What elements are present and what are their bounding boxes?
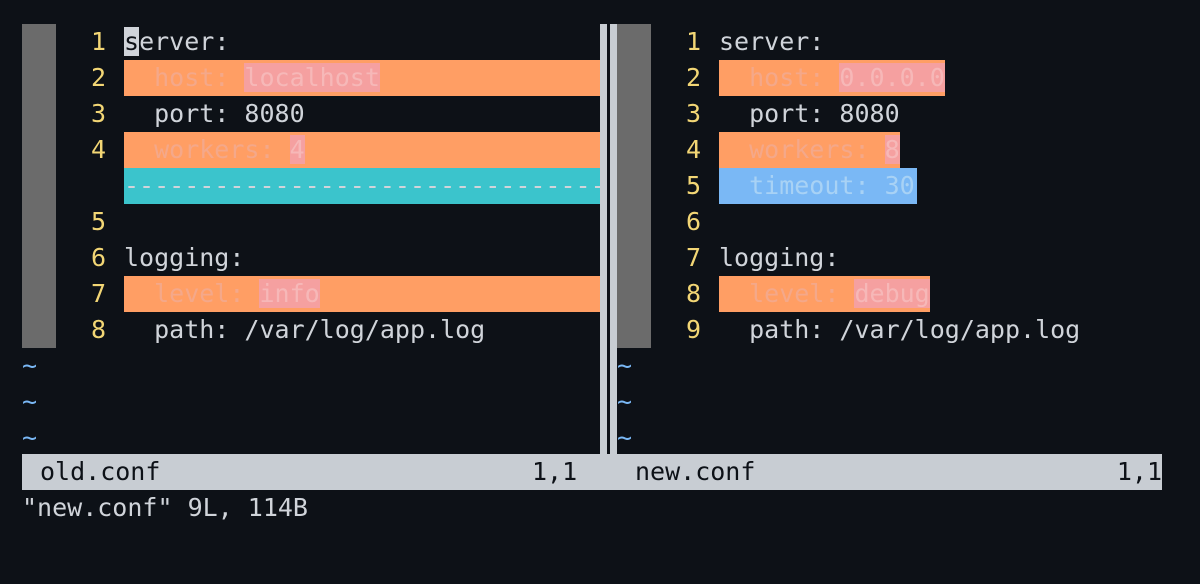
end-of-buffer-tilde: ~	[22, 423, 38, 452]
left-cursor-position: 1,1	[532, 457, 578, 486]
diff-filler-line[interactable]: ----------------------------------------…	[124, 168, 600, 204]
line-text[interactable]: port: 8080	[719, 96, 1162, 132]
changed-text: 0.0.0.0	[839, 63, 945, 92]
text-segment: host:	[124, 63, 245, 92]
text-segment: path: /var/log/app.log	[719, 315, 1081, 344]
end-of-buffer-tilde: ~	[22, 351, 38, 380]
line-text[interactable]: logging:	[719, 240, 1162, 276]
text-segment: port: 8080	[719, 99, 900, 128]
line-number: 5	[90, 207, 106, 236]
buffer-line[interactable]: 2 host: localhost	[22, 60, 600, 96]
line-text[interactable]	[124, 204, 600, 240]
right-diff-window[interactable]: 1 server: 2 host: 0.0.0.0 3 port: 8080 4 wor…	[617, 24, 1162, 454]
line-text[interactable]: level: info	[124, 276, 600, 312]
end-of-buffer-tilde: ~	[617, 387, 633, 416]
text-segment: server:	[719, 27, 825, 56]
command-line-message: "new.conf" 9L, 114B	[22, 493, 308, 522]
end-of-buffer-tilde: ~	[617, 351, 633, 380]
text-segment: workers:	[719, 135, 885, 164]
line-text[interactable]: path: /var/log/app.log	[124, 312, 600, 348]
text-segment: path: /var/log/app.log	[124, 315, 486, 344]
buffer-line[interactable]: 9 path: /var/log/app.log	[617, 312, 1162, 348]
text-segment: erver:	[139, 27, 230, 56]
text-segment: workers:	[124, 135, 290, 164]
buffer-line[interactable]: 8 path: /var/log/app.log	[22, 312, 600, 348]
buffer-line[interactable]: ----------------------------------------…	[22, 168, 600, 204]
line-number: 2	[685, 63, 701, 92]
text-segment: timeout: 30	[719, 171, 915, 200]
vertical-split-separator[interactable]	[600, 24, 617, 454]
end-of-buffer-tilde: ~	[617, 423, 633, 452]
changed-text: info	[259, 279, 320, 308]
changed-text: debug	[854, 279, 930, 308]
line-text[interactable]: path: /var/log/app.log	[719, 312, 1162, 348]
line-text[interactable]: timeout: 30	[719, 168, 917, 204]
left-diff-window[interactable]: 1 server: 2 host: localhost 3 port: 8080 4 w…	[22, 24, 600, 454]
text-segment: logging:	[124, 243, 245, 272]
line-number: 6	[685, 207, 701, 236]
line-number: 2	[90, 63, 106, 92]
text-segment: port: 8080	[124, 99, 305, 128]
text-segment: logging:	[719, 243, 840, 272]
buffer-line[interactable]: 4 workers: 8	[617, 132, 1162, 168]
line-number: 9	[685, 315, 701, 344]
buffer-line[interactable]: 3 port: 8080	[617, 96, 1162, 132]
end-of-buffer-tilde: ~	[22, 387, 38, 416]
line-text[interactable]: server:	[719, 24, 1162, 60]
buffer-line[interactable]: 5 timeout: 30	[617, 168, 1162, 204]
line-text[interactable]: host: 0.0.0.0	[719, 60, 945, 96]
buffer-line[interactable]: 1 server:	[617, 24, 1162, 60]
line-number: 4	[685, 135, 701, 164]
separator-bar	[607, 24, 610, 454]
line-number: 3	[90, 99, 106, 128]
line-text[interactable]	[719, 204, 1162, 240]
left-filename: old.conf	[40, 457, 161, 486]
buffer-line[interactable]: 7 logging:	[617, 240, 1162, 276]
text-segment: host:	[719, 63, 840, 92]
line-text[interactable]: level: debug	[719, 276, 930, 312]
line-number: 8	[90, 315, 106, 344]
line-number: 3	[685, 99, 701, 128]
changed-text: 4	[289, 135, 305, 164]
buffer-line[interactable]: 2 host: 0.0.0.0	[617, 60, 1162, 96]
right-cursor-position: 1,1	[1116, 457, 1162, 486]
changed-text: 8	[884, 135, 900, 164]
buffer-line[interactable]: 1 server:	[22, 24, 600, 60]
line-text[interactable]: logging:	[124, 240, 600, 276]
text-segment: ----------------------------------------…	[124, 171, 600, 200]
status-line: old.conf 1,1 new.conf 1,1	[22, 454, 1162, 490]
line-number: 5	[685, 171, 701, 200]
line-text[interactable]: server:	[124, 24, 600, 60]
line-number: 8	[685, 279, 701, 308]
line-number: 6	[90, 243, 106, 272]
line-number: 1	[685, 27, 701, 56]
text-segment: level:	[719, 279, 855, 308]
buffer-line[interactable]: 6	[617, 204, 1162, 240]
line-number: 1	[90, 27, 106, 56]
line-number: 4	[90, 135, 106, 164]
line-text[interactable]: host: localhost	[124, 60, 600, 96]
text-cursor: s	[124, 27, 140, 56]
buffer-line[interactable]: 5	[22, 204, 600, 240]
buffer-line[interactable]: 6 logging:	[22, 240, 600, 276]
line-number: 7	[685, 243, 701, 272]
line-text[interactable]: port: 8080	[124, 96, 600, 132]
line-text[interactable]: workers: 8	[719, 132, 900, 168]
right-filename: new.conf	[635, 457, 756, 486]
line-number: 7	[90, 279, 106, 308]
buffer-line[interactable]: 3 port: 8080	[22, 96, 600, 132]
text-segment: level:	[124, 279, 260, 308]
buffer-line[interactable]: 8 level: debug	[617, 276, 1162, 312]
line-text[interactable]: workers: 4	[124, 132, 600, 168]
buffer-line[interactable]: 4 workers: 4	[22, 132, 600, 168]
changed-text: localhost	[244, 63, 380, 92]
buffer-line[interactable]: 7 level: info	[22, 276, 600, 312]
